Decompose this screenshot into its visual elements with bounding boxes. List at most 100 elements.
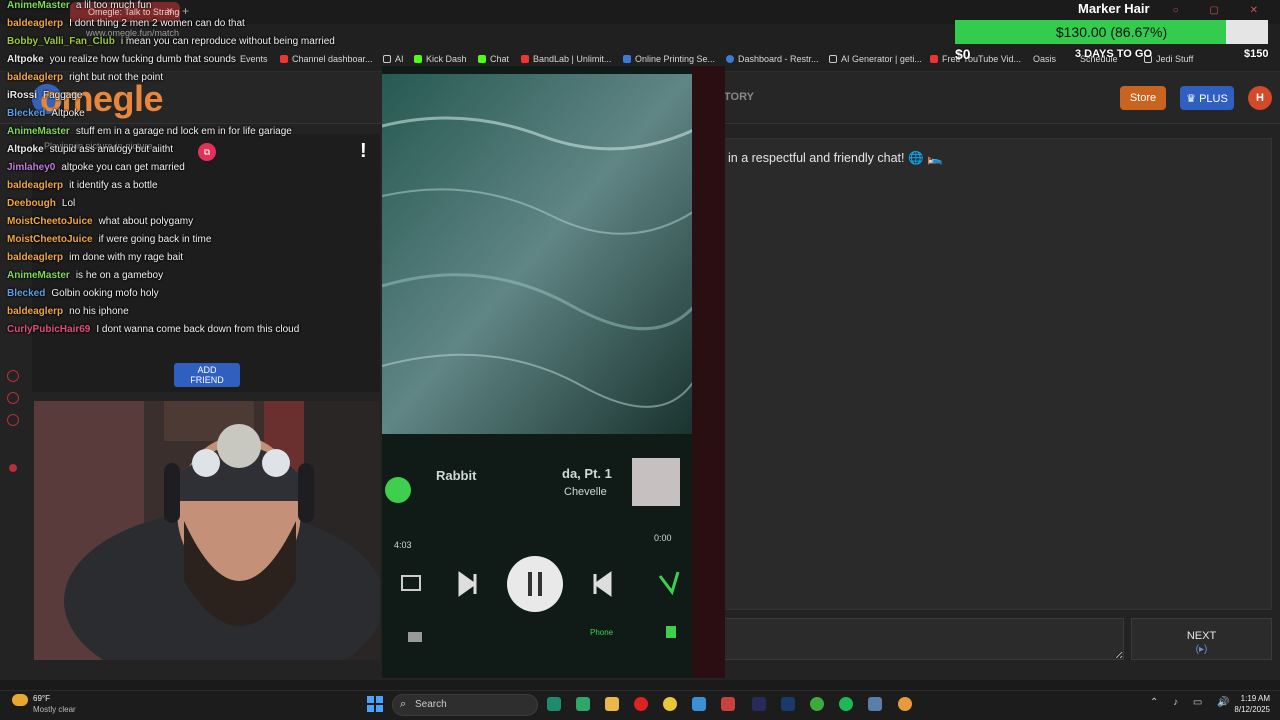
chat-username[interactable]: Blecked	[7, 108, 45, 119]
clock-time[interactable]: 1:19 AM	[1236, 694, 1270, 703]
chat-text: stupid ass analogy but aiitht	[49, 144, 174, 155]
chat-message: AnimeMaster stuff em in a garage nd lock …	[7, 126, 292, 137]
goal-title: Marker Hair	[1078, 1, 1150, 16]
chat-message: MoistCheetoJuice if were going back in ti…	[7, 234, 211, 245]
chat-text: Faggage	[43, 90, 83, 101]
goal-target: $150	[1244, 48, 1269, 60]
chrome-icon[interactable]	[663, 697, 677, 711]
chat-text: a lil too much fun	[75, 0, 152, 11]
message-input[interactable]	[724, 618, 1124, 660]
search-placeholder[interactable]: Search	[415, 699, 447, 710]
chat-username[interactable]: AnimeMaster	[7, 126, 70, 137]
spotify-icon[interactable]	[839, 697, 853, 711]
add-friend-button[interactable]: ADD FRIEND	[174, 363, 240, 387]
system-tray[interactable]: ⌃ ♪ ▭ 🔊	[1150, 697, 1236, 708]
weather-condition[interactable]: Mostly clear	[33, 705, 76, 714]
track-title: Rabbit	[436, 468, 477, 483]
bookmark-ai-generator[interactable]: AI Generator | geti...	[829, 54, 922, 64]
side-clock-icon[interactable]	[7, 370, 19, 382]
chat-message: baldeaglerp I dont thing 2 men 2 women ca…	[7, 18, 245, 29]
chat-username[interactable]: Blecked	[7, 288, 45, 299]
chat-message: Altpoke stupid ass analogy but aiitht	[7, 144, 173, 155]
bookmark-free-youtube[interactable]: Free YouTube Vid...	[930, 54, 1021, 64]
next-button[interactable]: NEXT (▸)	[1131, 618, 1272, 660]
chat-text: right but not the point	[69, 72, 164, 83]
chat-text: i mean you can reproduce without being m…	[120, 36, 335, 47]
webcam-feed	[34, 401, 380, 660]
chat-text: stuff em in a garage nd lock em in for l…	[75, 126, 292, 137]
chat-username[interactable]: baldeaglerp	[7, 18, 63, 29]
chat-username[interactable]: baldeaglerp	[7, 306, 63, 317]
chat-message: Blecked Golbin ooking mofo holy	[7, 288, 159, 299]
bookmark-bandlab[interactable]: BandLab | Unlimit...	[521, 54, 611, 64]
app-orange-icon[interactable]	[898, 697, 912, 711]
goal-days-left: 3 DAYS TO GO	[1075, 48, 1153, 60]
bookmark-oasis[interactable]: Oasis	[1033, 54, 1056, 64]
chat-text: I dont wanna come back down from this cl…	[96, 324, 300, 335]
bookmark-online-printing[interactable]: Online Printing Se...	[623, 54, 715, 64]
chat-username[interactable]: AnimeMaster	[7, 0, 70, 11]
chat-text: im done with my rage bait	[69, 252, 184, 263]
welcome-message: in a respectful and friendly chat! 🌐 🛌	[728, 151, 943, 165]
chat-text: I dont thing 2 men 2 women can do that	[69, 18, 245, 29]
weather-temp[interactable]: 69°F	[33, 694, 50, 703]
file-explorer-icon[interactable]	[605, 697, 619, 711]
app-green-icon[interactable]	[576, 697, 590, 711]
chat-username[interactable]: CurlyPubicHair69	[7, 324, 90, 335]
bookmark-chat[interactable]: Chat	[478, 54, 509, 64]
chat-text: no his iphone	[69, 306, 129, 317]
chat-message: iRossi Faggage	[7, 90, 83, 101]
chat-username[interactable]: Jimlahey0	[7, 162, 55, 173]
side-settings-icon[interactable]	[7, 414, 19, 426]
chat-username[interactable]: Bobby_Valli_Fan_Club	[7, 36, 115, 47]
chat-message: Jimlahey0 altpoke you can get married	[7, 162, 185, 173]
goal-amount: $130.00 (86.67%)	[1055, 24, 1168, 40]
premiere-icon[interactable]	[752, 697, 766, 711]
chat-text: if were going back in time	[98, 234, 212, 245]
bookmark-dashboard-restream[interactable]: Dashboard - Restr...	[726, 54, 819, 64]
chat-message: baldeaglerp right but not the point	[7, 72, 163, 83]
photos-icon[interactable]	[692, 697, 706, 711]
bookmark-kick-dash[interactable]: Kick Dash	[414, 54, 467, 64]
side-record-icon[interactable]	[9, 464, 17, 472]
xbox-icon[interactable]	[810, 697, 824, 711]
chat-text: is he on a gameboy	[75, 270, 164, 281]
chat-message: Bobby_Valli_Fan_Club i mean you can repro…	[7, 36, 335, 47]
bookmark-ai[interactable]: AI	[383, 54, 404, 64]
next-hint: (▸)	[1195, 643, 1208, 655]
chat-message: CurlyPubicHair69 I dont wanna come back d…	[7, 324, 299, 335]
photoshop-icon[interactable]	[781, 697, 795, 711]
chat-username[interactable]: Altpoke	[7, 54, 44, 65]
chat-username[interactable]: iRossi	[7, 90, 37, 101]
taskbar-search[interactable]	[392, 694, 538, 716]
chat-text: it identify as a bottle	[69, 180, 158, 191]
chat-username[interactable]: MoistCheetoJuice	[7, 234, 93, 245]
chat-username[interactable]: AnimeMaster	[7, 270, 70, 281]
phone-video-overlay: Rabbit da, Pt. 1 Chevelle 4:03 0:00 Phon…	[382, 66, 725, 678]
clock-date[interactable]: 8/12/2025	[1229, 705, 1270, 714]
chat-message: Deebough Lol	[7, 198, 75, 209]
calendar-icon[interactable]	[721, 697, 735, 711]
weather-icon[interactable]	[12, 694, 28, 706]
stranger-chat-log	[724, 138, 1272, 610]
chat-text: Lol	[61, 198, 76, 209]
audition-icon[interactable]	[547, 697, 561, 711]
opera-icon[interactable]	[634, 697, 648, 711]
chat-text: you realize how fucking dumb that sounds	[49, 54, 236, 65]
chat-username[interactable]: Deebough	[7, 198, 56, 209]
chat-username[interactable]: baldeaglerp	[7, 72, 63, 83]
user-avatar[interactable]: H	[1248, 86, 1272, 110]
plus-button[interactable]: ♛ PLUS	[1180, 86, 1234, 110]
chat-username[interactable]: baldeaglerp	[7, 252, 63, 263]
track-title-fragment: da, Pt. 1	[562, 466, 612, 481]
store-button[interactable]: Store	[1120, 86, 1166, 110]
window-controls[interactable]: ○ ▢ ✕	[1173, 5, 1272, 16]
device-label: Phone	[590, 628, 614, 637]
windows-start-icon[interactable]	[367, 696, 383, 712]
nav-history-link[interactable]: TORY	[724, 91, 754, 103]
chat-username[interactable]: baldeaglerp	[7, 180, 63, 191]
chat-username[interactable]: Altpoke	[7, 144, 44, 155]
side-share-icon[interactable]	[7, 392, 19, 404]
chat-username[interactable]: MoistCheetoJuice	[7, 216, 93, 227]
steam-icon[interactable]	[868, 697, 882, 711]
